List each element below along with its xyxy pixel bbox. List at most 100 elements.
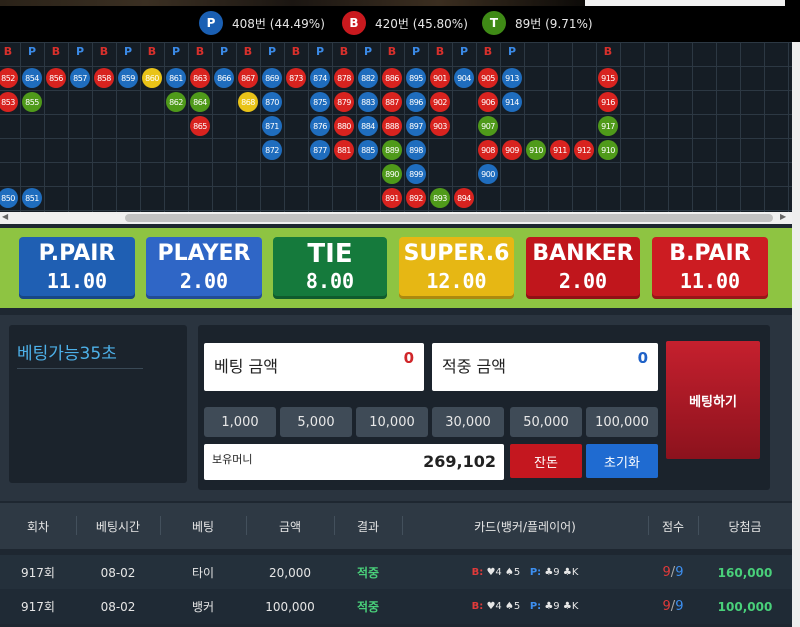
win-amount-label: 적중 금액 [442,357,506,376]
change-button[interactable]: 잔돈 [510,444,582,478]
bet-option-b-pair[interactable]: B.PAIR 11.00 [652,237,768,299]
tie-circle-icon: T [482,11,506,35]
player-cards: ♣9 ♣K [544,567,579,578]
road-header-letter: B [435,45,445,58]
tie-stat-text: 89번 (9.71%) [515,16,593,31]
scrollbar-thumb[interactable] [125,214,773,222]
road-header-letter: P [171,45,181,58]
chip-10000-button[interactable]: 10,000 [356,407,428,437]
bet-amount-value: 0 [403,349,414,367]
row-result: 적중 [356,600,380,614]
bet-option-super6[interactable]: SUPER.6 12.00 [399,237,514,299]
live-video-strip [0,0,585,6]
road-result-ball: 889 [382,140,402,160]
road-result-ball: 870 [262,92,282,112]
bet-option-p-pair[interactable]: P.PAIR 11.00 [19,237,135,299]
road-result-ball: 858 [94,68,114,88]
road-header-letter: P [75,45,85,58]
win-amount-field: 적중 금액 0 [432,343,658,391]
banker-score: 9 [662,599,671,614]
balance-field: 보유머니 269,102 [204,444,504,480]
road-result-ball: 916 [598,92,618,112]
row-bet: 타이 [191,566,215,580]
chip-5000-button[interactable]: 5,000 [280,407,352,437]
road-header-letter: P [219,45,229,58]
row-amount: 20,000 [269,565,311,580]
bet-option-tie[interactable]: TIE 8.00 [273,237,387,299]
chip-100000-button[interactable]: 100,000 [586,407,658,437]
bet-amount-field[interactable]: 베팅 금액 0 [204,343,424,391]
road-header-letter: P [411,45,421,58]
row-score: 9/9 [662,599,684,614]
road-result-ball: 850 [0,188,18,208]
road-result-ball: 875 [310,92,330,112]
reset-button[interactable]: 초기화 [586,444,658,478]
banker-cards: ♥4 ♠5 [486,601,521,612]
road-header-letter: P [363,45,373,58]
road-header-letter: P [267,45,277,58]
bet-option-odds: 11.00 [679,269,741,293]
row-payout: 100,000 [717,599,773,614]
row-result: 적중 [356,566,380,580]
col-round: 회차 [26,519,50,534]
chip-30000-button[interactable]: 30,000 [432,407,504,437]
road-header-letter: B [291,45,301,58]
banker-cards-label: B: [471,601,484,612]
road-result-ball: 862 [166,92,186,112]
road-horizontal-scrollbar[interactable]: ◀ ▶ [0,212,792,224]
road-result-ball: 915 [598,68,618,88]
bet-option-player[interactable]: PLAYER 2.00 [146,237,262,299]
table-row: 917회 08-02 뱅커 100,000 적중 B: ♥4 ♠5 P: ♣9 … [0,589,792,624]
road-result-ball: 917 [598,116,618,136]
road-result-ball: 911 [550,140,570,160]
road-result-ball: 884 [358,116,378,136]
road-result-ball: 887 [382,92,402,112]
road-result-ball: 910 [598,140,618,160]
road-result-ball: 854 [22,68,42,88]
row-cards: B: ♥4 ♠5 P: ♣9 ♣K [402,589,648,624]
banker-cards-label: B: [471,567,484,578]
road-result-ball: 860 [142,68,162,88]
stats-header: P 408번 (44.49%) B 420번 (45.80%) T 89번 (9… [0,0,800,42]
road-header-letter: B [339,45,349,58]
scroll-left-arrow-icon[interactable]: ◀ [2,212,8,221]
road-header-letter: B [3,45,13,58]
road-result-ball: 880 [334,116,354,136]
col-score: 점수 [661,519,685,534]
col-result: 결과 [356,519,380,534]
road-header-letter: B [243,45,253,58]
road-result-ball: 864 [190,92,210,112]
road-result-ball: 896 [406,92,426,112]
banker-stat-text: 420번 (45.80%) [375,16,468,31]
chip-1000-button[interactable]: 1,000 [204,407,276,437]
col-amount: 금액 [278,519,302,534]
bet-option-banker[interactable]: BANKER 2.00 [526,237,640,299]
scroll-right-arrow-icon[interactable]: ▶ [780,212,786,221]
table-row: 917회 08-02 타이 20,000 적중 B: ♥4 ♠5 P: ♣9 ♣… [0,555,792,590]
place-bet-button[interactable]: 베팅하기 [666,341,760,459]
bet-option-odds: 2.00 [558,269,608,293]
road-result-ball: 876 [310,116,330,136]
bet-option-odds: 11.00 [46,269,108,293]
road-result-ball: 890 [382,164,402,184]
road-result-ball: 886 [382,68,402,88]
bet-option-name: B.PAIR [669,241,751,266]
road-result-ball: 898 [406,140,426,160]
balance-label: 보유머니 [212,453,253,466]
road-result-ball: 900 [478,164,498,184]
col-cards: 카드(뱅커/플레이어) [474,519,576,534]
chip-50000-button[interactable]: 50,000 [510,407,582,437]
player-score: 9 [675,565,684,580]
player-stat-text: 408번 (44.49%) [232,16,325,31]
road-header-letter: B [51,45,61,58]
right-edge [792,42,800,627]
road-result-ball: 899 [406,164,426,184]
road-result-ball: 904 [454,68,474,88]
bet-option-odds: 8.00 [305,269,355,293]
road-header-letter: B [483,45,493,58]
road-result-ball: 905 [478,68,498,88]
road-result-ball: 878 [334,68,354,88]
road-result-ball: 888 [382,116,402,136]
road-result-ball: 873 [286,68,306,88]
row-amount: 100,000 [265,599,315,614]
